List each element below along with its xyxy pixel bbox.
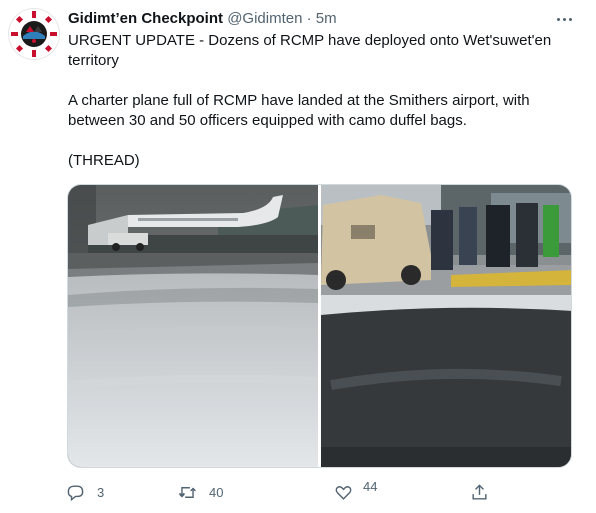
user-handle[interactable]: @Gidimten [227,10,302,27]
reply-icon [67,484,84,501]
airport-runway-plane-photo[interactable] [68,185,318,467]
tweet-paragraph: URGENT UPDATE - Dozens of RCMP have depl… [68,32,552,69]
like-button[interactable]: 44 [334,478,377,506]
media-grid [67,184,572,468]
tweet-actions: 3 40 44 [62,478,502,506]
separator-dot: · [306,10,312,27]
timestamp[interactable]: 5m [316,10,337,27]
share-icon [472,483,487,500]
tweet-card[interactable]: Gidimt’en Checkpoint @Gidimten · 5m URGE… [0,0,596,513]
reply-count: 3 [97,484,105,500]
avatar-logo-icon [9,9,59,59]
share-button[interactable] [470,478,489,506]
like-count: 44 [363,478,378,494]
retweet-button[interactable]: 40 [178,478,223,506]
tweet-paragraph: A charter plane full of RCMP have landed… [68,92,530,129]
display-name[interactable]: Gidimt’en Checkpoint [68,10,223,27]
retweet-icon [179,486,196,498]
tweet-header: Gidimt’en Checkpoint @Gidimten · 5m [68,9,337,29]
more-dot-icon [562,17,566,21]
more-dot-icon [556,17,560,21]
rcmp-officers-truck-photo[interactable] [321,185,571,467]
more-options-button[interactable] [552,10,576,28]
reply-button[interactable]: 3 [66,478,104,506]
tweet-text: URGENT UPDATE - Dozens of RCMP have depl… [68,31,580,171]
retweet-count: 40 [209,484,224,500]
avatar[interactable] [8,8,60,60]
heart-icon [335,485,352,500]
tweet-paragraph: (THREAD) [68,152,140,169]
more-dot-icon [568,17,572,21]
